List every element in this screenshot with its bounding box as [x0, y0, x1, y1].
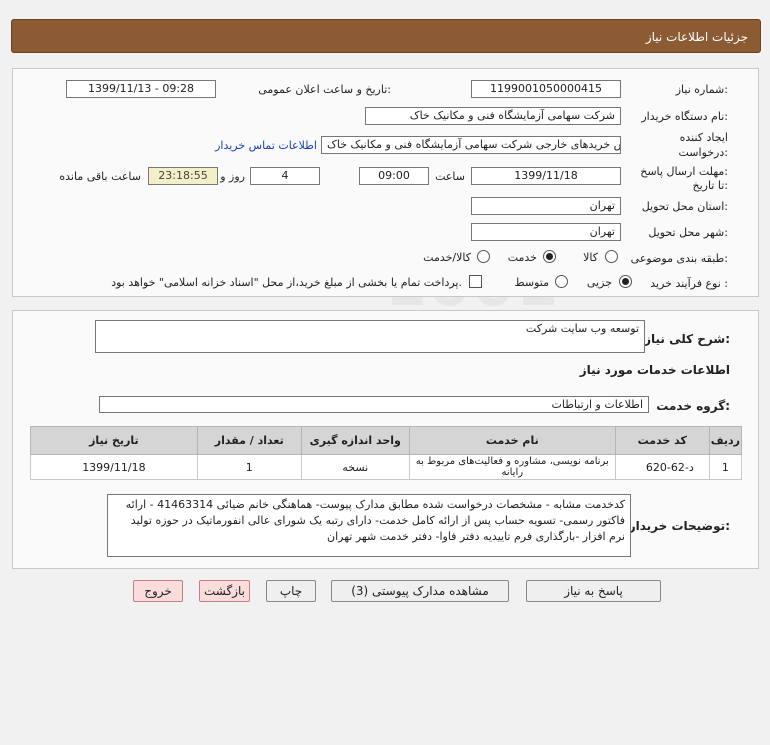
services-table: ردیف کد خدمت نام خدمت واحد اندازه گیری ت…	[30, 426, 743, 480]
city-label: شهر محل تحویل:	[648, 226, 728, 239]
reply-button[interactable]: پاسخ به نیاز	[526, 580, 661, 602]
category-both-radio[interactable]	[477, 250, 490, 263]
cell-row: 1	[708, 454, 743, 480]
exit-button[interactable]: خروج	[133, 580, 183, 602]
cell-date: 1399/11/18	[30, 454, 198, 480]
page-title: جزئیات اطلاعات نیاز	[645, 30, 748, 44]
col-qty: تعداد / مقدار	[196, 426, 302, 455]
process-medium-radio[interactable]	[555, 275, 568, 288]
need-number-label: شماره نیاز:	[675, 83, 728, 96]
table-header-row: ردیف کد خدمت نام خدمت واحد اندازه گیری ت…	[30, 426, 743, 455]
process-minor-label: جزیی	[586, 276, 612, 289]
buyer-notes-label: توضیحات خریدار:	[628, 519, 730, 533]
need-number-field: 1199001050000415	[471, 80, 621, 98]
days-field: 4	[250, 167, 320, 185]
buyer-org-label: نام دستگاه خریدار:	[641, 110, 728, 123]
announce-field: 1399/11/13 - 09:28	[66, 80, 216, 98]
category-goods-radio[interactable]	[605, 250, 618, 263]
buyer-notes-field: کدخدمت مشابه - مشخصات درخواست شده مطابق …	[107, 494, 631, 557]
province-field: تهران	[471, 197, 621, 215]
info-panel: شماره نیاز: 1199001050000415 تاریخ و ساع…	[12, 68, 759, 297]
creator-field: محمود کلانتری کارشناس خریدهای خارجی شرکت…	[321, 136, 621, 154]
page-header: جزئیات اطلاعات نیاز	[11, 19, 761, 53]
group-field: اطلاعات و ارتباطات	[99, 396, 649, 413]
category-both-label: کالا/خدمت	[423, 251, 471, 264]
back-button[interactable]: بازگشت	[199, 580, 250, 602]
process-minor-radio[interactable]	[619, 275, 632, 288]
remaining-label: ساعت باقی مانده	[59, 170, 141, 183]
col-name: نام خدمت	[408, 426, 616, 455]
cell-unit: نسخه	[300, 454, 410, 480]
attachments-button[interactable]: مشاهده مدارک پیوستی (3)	[331, 580, 509, 602]
cell-code: د-62-620	[614, 454, 710, 480]
province-label: استان محل تحویل:	[641, 200, 728, 213]
category-service-label: خدمت	[507, 251, 537, 264]
services-title: اطلاعات خدمات مورد نیاز	[579, 363, 730, 377]
cell-qty: 1	[196, 454, 302, 480]
contact-buyer-link[interactable]: اطلاعات تماس خریدار	[215, 139, 317, 152]
category-label: طبقه بندی موضوعی:	[630, 252, 728, 265]
category-goods-label: کالا	[583, 251, 598, 264]
process-label: نوع فرآیند خرید :	[650, 277, 728, 290]
deadline-label-2: تا تاریخ:	[692, 179, 728, 192]
col-row: ردیف	[708, 426, 743, 455]
print-button[interactable]: چاپ	[266, 580, 316, 602]
creator-label-1: ایجاد کننده	[679, 131, 728, 144]
table-row: 1 د-62-620 برنامه نویسی، مشاوره و فعالیت…	[30, 454, 743, 480]
deadline-date-field: 1399/11/18	[471, 167, 621, 185]
summary-field: توسعه وب سایت شرکت	[95, 320, 645, 353]
payment-note: پرداخت تمام یا بخشی از مبلغ خرید،از محل …	[111, 276, 462, 289]
col-date: تاریخ نیاز	[30, 426, 198, 455]
treasury-checkbox[interactable]	[469, 275, 482, 288]
buyer-org-field: شرکت سهامی آزمایشگاه فنی و مکانیک خاک	[365, 107, 621, 125]
deadline-label-1: مهلت ارسال پاسخ:	[640, 165, 728, 178]
group-label: گروه خدمت:	[656, 399, 730, 413]
cell-name: برنامه نویسی، مشاوره و فعالیت‌های مربوط …	[408, 454, 616, 480]
time-label: ساعت	[435, 170, 465, 183]
city-field: تهران	[471, 223, 621, 241]
category-service-radio[interactable]	[543, 250, 556, 263]
announce-label: تاریخ و ساعت اعلان عمومی:	[258, 83, 391, 96]
col-code: کد خدمت	[614, 426, 710, 455]
col-unit: واحد اندازه گیری	[300, 426, 410, 455]
details-panel: شرح کلی نیاز: توسعه وب سایت شرکت اطلاعات…	[12, 310, 759, 569]
process-medium-label: متوسط	[514, 276, 549, 289]
remaining-time-field: 23:18:55	[148, 167, 218, 185]
deadline-time-field: 09:00	[359, 167, 429, 185]
days-label: روز و	[220, 170, 245, 183]
summary-label: شرح کلی نیاز:	[644, 332, 730, 346]
creator-label-2: درخواست:	[678, 146, 729, 159]
